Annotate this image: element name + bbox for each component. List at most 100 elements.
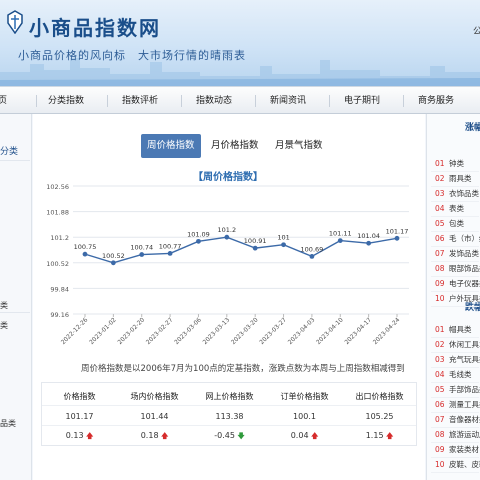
rank-label: 雨具类 [449,174,472,183]
divider [431,231,479,232]
index-value: 100.1 [293,412,316,421]
tab-monthly-price-index[interactable]: 月价格指数 [205,134,265,158]
rank-number: 07 [435,415,445,424]
divider [431,472,479,473]
left-sidebar-heading: 分类 [0,147,19,157]
nav-item-index-analysis[interactable]: 指数评析 [122,87,158,115]
divider [431,246,479,247]
data-label: 100.75 [74,243,97,251]
rank-label: 眼部饰品类 [449,264,480,273]
fall-ranking-item[interactable]: 07 音像器材类 [435,414,480,426]
rise-ranking-item[interactable]: 01 钟类 [435,158,464,170]
rank-number: 03 [435,355,445,364]
y-tick-label: 100.52 [46,260,69,268]
index-change: -0.45 🡇 [192,431,267,443]
price-index-chart: 102.56 101.88 101.2 100.52 99.84 99.162022-12… [46,183,409,346]
rank-number: 05 [435,385,445,394]
index-column-market: 场内价格指数 101.44 0.18 🡅 [117,383,192,445]
rise-ranking-item[interactable]: 06 毛（市）纺 [435,233,480,245]
right-sidebar: 涨幅 跌幅 01钟类02雨具类03衣饰品类04表类05包类06毛（市）纺07发饰… [426,114,480,480]
rank-label: 帽具类 [449,325,472,334]
rise-ranking-item[interactable]: 05 包类 [435,218,464,230]
index-change: 0.04 🡅 [267,431,342,443]
index-column-online: 网上价格指数 113.38 -0.45 🡇 [192,383,267,445]
fall-ranking-item[interactable]: 10 皮鞋、皮靴 [435,459,480,471]
divider [0,312,30,313]
rise-ranking-item[interactable]: 07 发饰品类 [435,248,479,260]
left-sidebar-item[interactable]: 品类 [0,418,16,429]
divider [431,276,479,277]
divider [0,160,30,161]
rise-ranking-heading: 涨幅 [465,123,480,133]
change-value: 0.04 [290,431,309,440]
change-value: -0.45 [214,431,235,440]
data-label: 101.04 [357,232,380,240]
fall-ranking-item[interactable]: 09 家装类材 [435,444,479,456]
left-sidebar-item[interactable]: 类 [0,320,8,331]
rise-ranking-item[interactable]: 09 电子仪器类 [435,278,480,290]
tab-monthly-sentiment-index[interactable]: 月景气指数 [269,134,329,158]
x-tick-label: 2022-12-26 [60,316,90,346]
rank-label: 手部饰品类 [449,385,480,394]
left-sidebar-item[interactable]: 类 [0,300,8,311]
nav-item-home[interactable]: 页 [0,87,7,115]
nav-item-news[interactable]: 新闻资讯 [270,87,306,115]
data-point [394,235,400,241]
divider [431,201,479,202]
index-value: 113.38 [215,412,244,421]
rank-label: 电子仪器类 [449,279,480,288]
divider [431,291,479,292]
rise-ranking-item[interactable]: 10 户外玩具类 [435,293,480,305]
site-title[interactable]: 小商品指数网 [29,12,161,41]
rank-label: 衣饰品类 [449,189,479,198]
fall-ranking-item[interactable]: 06 测量工具类 [435,399,480,411]
index-summary-table: 价格指数 101.17 0.13 🡅 场内价格指数 101.44 0.18 🡅 … [41,382,417,446]
rank-label: 毛线类 [449,370,472,379]
divider [431,337,479,338]
fall-ranking-item[interactable]: 08 旅游运动用 [435,429,480,441]
divider [431,427,479,428]
index-header: 场内价格指数 [130,392,179,401]
x-tick-label: 2023-04-24 [372,316,402,346]
y-tick-label: 101.88 [46,209,69,217]
index-value: 105.25 [365,412,394,421]
nav-item-business-service[interactable]: 商务服务 [418,87,454,115]
nav-item-index-news[interactable]: 指数动态 [196,87,232,115]
fall-ranking-item[interactable]: 01 帽具类 [435,324,472,336]
change-value: 0.13 [65,431,84,440]
fall-ranking-item[interactable]: 03 充气玩具类 [435,354,480,366]
rank-number: 01 [435,159,445,168]
x-tick-label: 2023-01-02 [88,316,118,346]
fall-ranking-item[interactable]: 02 休闲工具车 [435,339,480,351]
x-tick-label: 2023-03-20 [230,316,260,346]
rise-ranking-item[interactable]: 03 衣饰品类 [435,188,479,200]
data-point [224,234,230,240]
x-tick-label: 2023-03-13 [202,316,232,346]
nav-item-ejournal[interactable]: 电子期刊 [344,87,380,115]
left-sidebar: 分类 类 类 品类 [0,114,32,480]
rise-ranking-item[interactable]: 08 眼部饰品类 [435,263,480,275]
data-point [281,242,286,248]
rise-ranking-item[interactable]: 02 雨具类 [435,173,472,185]
rise-ranking-item[interactable]: 04 表类 [435,203,464,215]
fall-ranking-item[interactable]: 05 手部饰品类 [435,384,480,396]
index-change: 0.13 🡅 [42,431,117,443]
index-change: 0.18 🡅 [117,431,192,443]
fall-ranking-item[interactable]: 04 毛线类 [435,369,472,381]
rank-number: 10 [435,460,445,469]
tab-weekly-price-index[interactable]: 周价格指数 [141,134,201,158]
rank-number: 04 [435,204,445,213]
index-change: 1.15 🡅 [342,431,417,443]
change-value: 0.18 [140,431,159,440]
header-corner-text[interactable]: 公 [473,24,480,37]
divider [431,382,479,383]
divider [431,352,479,353]
data-point [366,240,372,246]
divider [431,412,479,413]
rank-label: 皮鞋、皮靴 [449,460,480,469]
divider [431,367,479,368]
index-header: 出口价格指数 [355,392,404,401]
nav-item-category-index[interactable]: 分类指数 [48,87,84,115]
rank-number: 04 [435,370,445,379]
index-header: 订单价格指数 [280,392,329,401]
